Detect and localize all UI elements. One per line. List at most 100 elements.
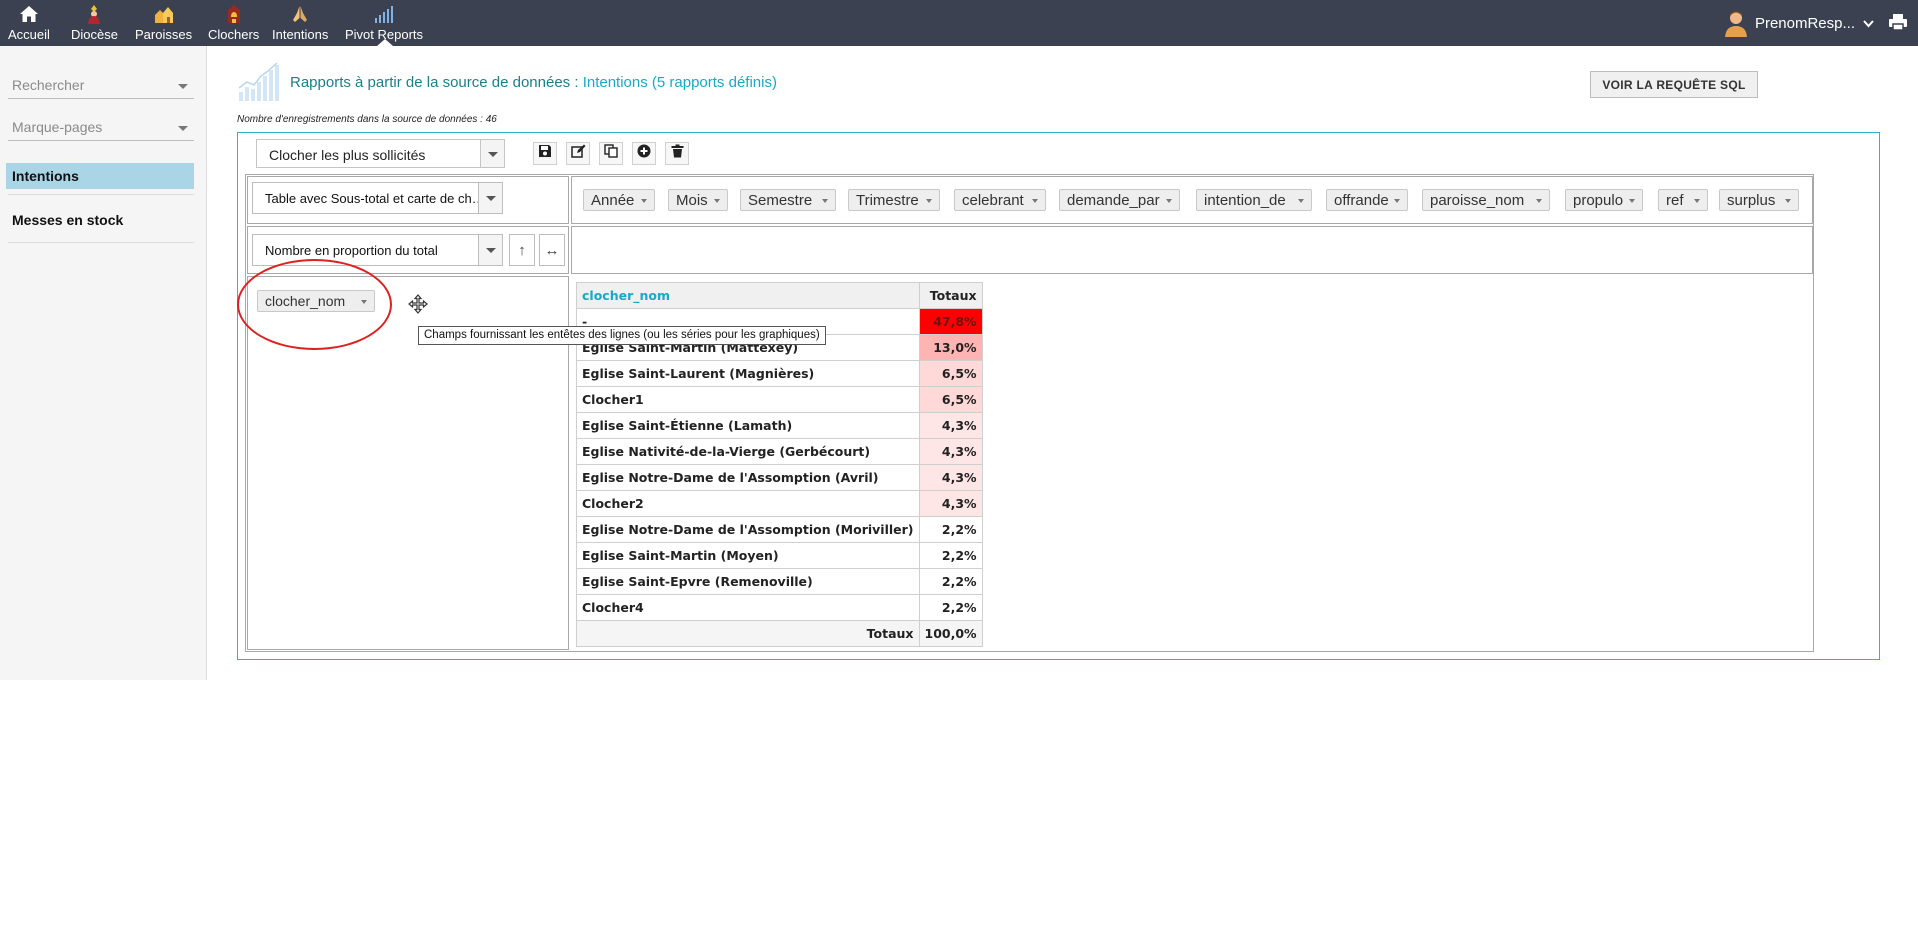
report-select-value: Clocher les plus sollicités (269, 147, 426, 163)
print-icon[interactable] (1888, 13, 1908, 31)
row-header-label[interactable]: clocher_nom (576, 282, 920, 309)
view-sql-button[interactable]: VOIR LA REQUÊTE SQL (1590, 71, 1758, 98)
row-label-cell: Clocher1 (576, 386, 920, 413)
dropdown-arrow-icon (1629, 199, 1635, 203)
nav-diocese[interactable]: Diocèse (71, 0, 118, 46)
totals-header-label: Totaux (918, 282, 983, 309)
record-count: Nombre d'enregistrements dans la source … (237, 114, 497, 125)
field-pill-label: intention_de (1204, 192, 1286, 209)
aggregator-select-value: Nombre en proportion du total (265, 243, 438, 258)
add-icon (637, 144, 651, 163)
report-chart-icon (237, 62, 281, 102)
dropdown-arrow-icon (178, 84, 188, 89)
nav-clochers[interactable]: Clochers (208, 0, 259, 46)
field-pill-propulo[interactable]: propulo (1565, 189, 1643, 211)
row-label-cell: Eglise Notre-Dame de l'Assomption (Moriv… (576, 516, 920, 543)
totals-label: Totaux (576, 620, 920, 647)
edit-button[interactable] (566, 142, 590, 165)
sidebar-item-intentions[interactable]: Intentions (6, 163, 194, 189)
page-title: Rapports à partir de la source de donnée… (290, 74, 777, 91)
field-pill-surplus[interactable]: surplus (1719, 189, 1799, 211)
copy-button[interactable] (599, 142, 623, 165)
dropdown-arrow-icon[interactable] (478, 235, 502, 265)
value-cell: 2,2% (918, 542, 983, 569)
value-cell: 6,5% (918, 360, 983, 387)
active-nav-indicator (377, 39, 393, 46)
field-pill-annee[interactable]: Année (583, 189, 655, 211)
value-cell: 4,3% (918, 490, 983, 517)
table-row: Eglise Notre-Dame de l'Assomption (Moriv… (576, 516, 983, 543)
field-pill-semestre[interactable]: Semestre (740, 189, 836, 211)
churches-icon (153, 4, 175, 24)
copy-icon (604, 144, 618, 163)
field-pill-demande-par[interactable]: demande_par (1059, 189, 1180, 211)
report-select[interactable]: Clocher les plus sollicités (256, 139, 505, 168)
page-title-prefix: Rapports à partir de la source de donnée… (290, 74, 579, 91)
dropdown-arrow-icon (714, 199, 720, 203)
col-sort-button[interactable]: ↔ (539, 234, 565, 266)
row-label-cell: Eglise Nativité-de-la-Vierge (Gerbécourt… (576, 438, 920, 465)
value-cell: 47,8% (918, 308, 983, 335)
row-label-cell: Clocher4 (576, 594, 920, 621)
sidebar-item-messes-en-stock[interactable]: Messes en stock (6, 207, 194, 233)
divider (8, 194, 194, 195)
totals-row: Totaux 100,0% (576, 620, 983, 647)
top-navigation-bar: Accueil Diocèse Paroisses Clochers Inten… (0, 0, 1918, 46)
nav-label: Paroisses (135, 27, 193, 42)
data-source-name: Intentions (5 rapports définis) (582, 74, 777, 91)
row-label-cell: Eglise Saint-Laurent (Magnières) (576, 360, 920, 387)
value-cell: 4,3% (918, 464, 983, 491)
edit-icon (570, 144, 586, 163)
user-menu[interactable]: PrenomResp... (1723, 8, 1874, 38)
sidebar-item-label: Messes en stock (12, 212, 124, 228)
field-pill-mois[interactable]: Mois (668, 189, 728, 211)
field-pill-paroisse-nom[interactable]: paroisse_nom (1422, 189, 1550, 211)
field-pill-label: offrande (1334, 192, 1389, 209)
dropdown-arrow-icon (1785, 199, 1791, 203)
dropdown-arrow-icon (1394, 199, 1400, 203)
table-row: Eglise Saint-Martin (Moyen) 2,2% (576, 542, 983, 569)
home-icon (18, 4, 40, 24)
table-row: Clocher2 4,3% (576, 490, 983, 517)
trash-icon (671, 144, 684, 163)
bookmarks-select[interactable]: Marque-pages (8, 113, 194, 141)
table-row: Eglise Nativité-de-la-Vierge (Gerbécourt… (576, 438, 983, 465)
delete-button[interactable] (665, 142, 689, 165)
sidebar-item-label: Intentions (12, 168, 79, 184)
row-sort-button[interactable]: ↑ (509, 234, 535, 266)
value-cell: 2,2% (918, 594, 983, 621)
renderer-select[interactable]: Table avec Sous-total et carte de chaleu… (252, 182, 503, 214)
dropdown-arrow-icon (822, 199, 828, 203)
dropdown-arrow-icon (1166, 199, 1172, 203)
save-button[interactable] (533, 142, 557, 165)
move-cursor-icon (408, 294, 428, 314)
table-row: Clocher4 2,2% (576, 594, 983, 621)
field-pill-label: surplus (1727, 192, 1776, 209)
dropdown-arrow-icon[interactable] (478, 183, 502, 213)
nav-intentions[interactable]: Intentions (272, 0, 328, 46)
column-fields-area (571, 226, 1813, 274)
field-pill-label: demande_par (1067, 192, 1160, 209)
search-select[interactable]: Rechercher (8, 71, 194, 99)
field-pill-offrande[interactable]: offrande (1326, 189, 1408, 211)
nav-paroisses[interactable]: Paroisses (135, 0, 192, 46)
nav-accueil[interactable]: Accueil (8, 0, 50, 46)
tooltip: Champs fournissant les entêtes des ligne… (418, 326, 826, 345)
dropdown-arrow-icon[interactable] (480, 140, 504, 167)
field-pill-label: propulo (1573, 192, 1624, 209)
nav-label: Intentions (272, 27, 329, 42)
sidebar: Rechercher Marque-pages Intentions Messe… (0, 46, 207, 680)
dropdown-arrow-icon (178, 126, 188, 131)
field-pill-celebrant[interactable]: celebrant (954, 189, 1046, 211)
field-pill-label: Semestre (748, 192, 813, 209)
field-pill-intention-de[interactable]: intention_de (1196, 189, 1312, 211)
table-row: Eglise Saint-Laurent (Magnières) 6,5% (576, 360, 983, 387)
add-button[interactable] (632, 142, 656, 165)
field-pill-ref[interactable]: ref (1658, 189, 1708, 211)
nav-label: Clochers (208, 27, 260, 42)
field-pill-trimestre[interactable]: Trimestre (848, 189, 940, 211)
value-cell: 13,0% (918, 334, 983, 361)
user-name: PrenomResp... (1754, 14, 1855, 32)
field-pill-label: Année (591, 192, 635, 209)
chevron-down-icon (1863, 15, 1874, 32)
